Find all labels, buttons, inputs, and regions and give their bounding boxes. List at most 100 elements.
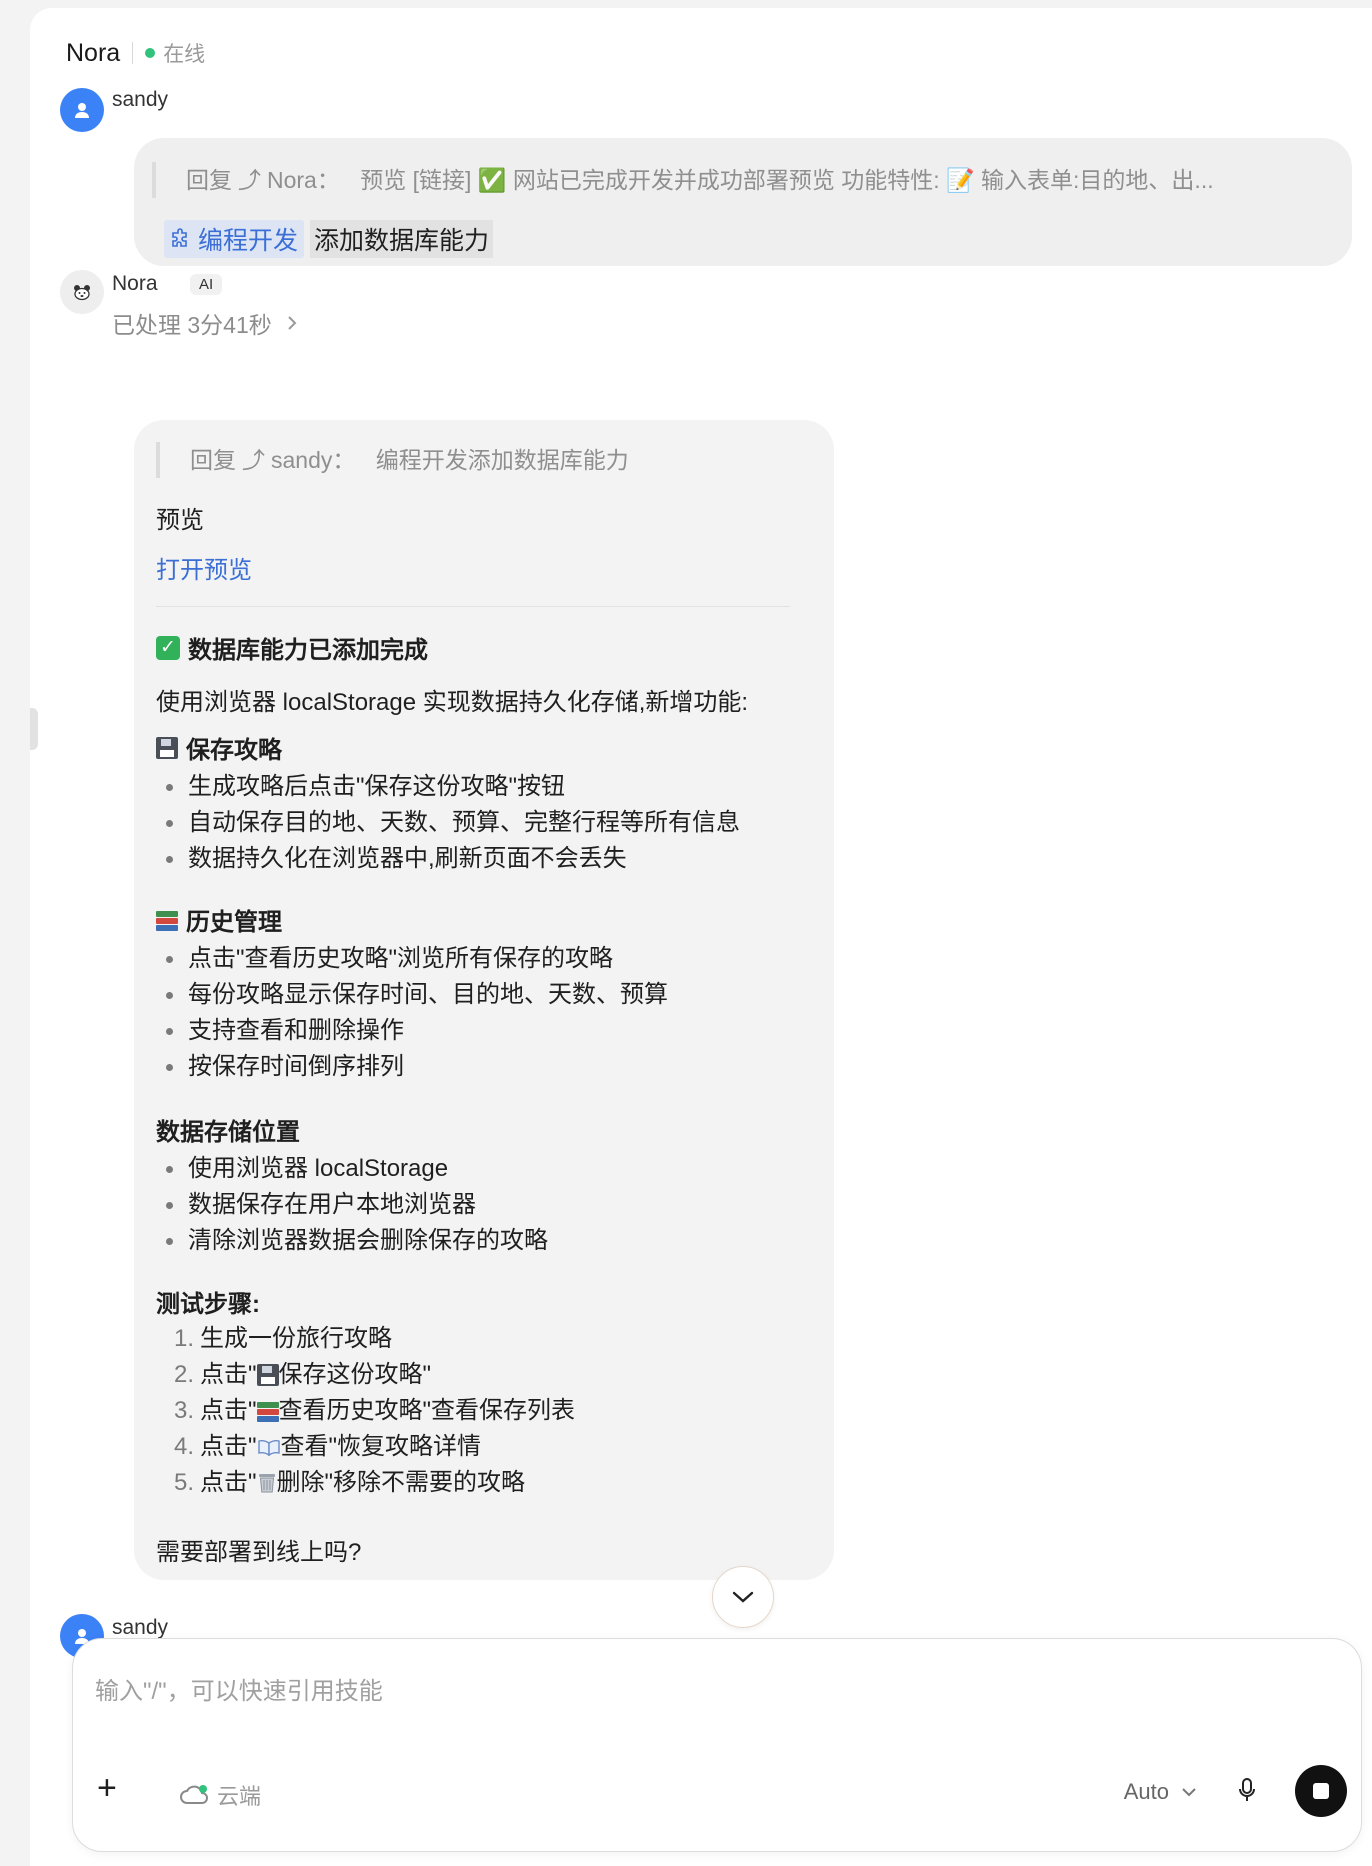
list-item: 数据保存在用户本地浏览器 (156, 1187, 796, 1223)
step-text: 生成一份旅行攻略 (200, 1325, 392, 1352)
list-item: 点击"查看历史攻略"浏览所有保存的攻略 (156, 941, 796, 977)
save-heading: 保存攻略 (156, 730, 796, 765)
reply-arrow-icon: ⤴ (238, 167, 261, 193)
history-heading: 历史管理 (156, 902, 796, 937)
test-heading: 测试步骤: (156, 1291, 260, 1318)
chat-header: Nora 在线 (66, 38, 205, 68)
step-number: 5. (173, 1469, 194, 1496)
reply-prefix: 回复 (186, 167, 232, 193)
list-item: 支持查看和删除操作 (156, 1013, 796, 1049)
step-text: 点击" (200, 1361, 257, 1388)
message-input[interactable]: 输入"/"，可以快速引用技能 (95, 1671, 383, 1706)
mode-label: Auto (1123, 1779, 1169, 1804)
skill-label: 编程开发 (198, 227, 299, 255)
test-step: 4. 点击" 查看"恢复攻略详情 (156, 1429, 796, 1465)
scroll-down-button[interactable] (712, 1566, 774, 1628)
step-text: 查看历史攻略"查看保存列表 (278, 1397, 576, 1424)
online-dot-icon (145, 48, 156, 58)
step-text: 点击" (200, 1469, 257, 1496)
bot-message-bubble: 回复 ⤴ sandy： 编程开发添加数据库能力 预览 打开预览 ✓ 数据库能力已添加… (134, 420, 834, 1580)
preview-title: 预览 (156, 507, 204, 534)
storage-heading: 数据存储位置 (156, 1119, 300, 1146)
bear-face-icon (74, 285, 90, 301)
skill-tag[interactable]: 编程开发 (164, 220, 305, 258)
step-text: 保存这份攻略" (278, 1361, 432, 1388)
add-attachment-button[interactable]: + (97, 1771, 117, 1805)
done-heading: ✓ 数据库能力已添加完成 (156, 630, 796, 665)
test-section: 测试步骤: 1. 生成一份旅行攻略 2. 点击" 保存这份攻略" 3. 点击" … (156, 1284, 796, 1501)
open-preview-link[interactable]: 打开预览 (156, 550, 252, 585)
list-item: 每份攻略显示保存时间、目的地、天数、预算 (156, 977, 796, 1013)
save-section: 保存攻略 生成攻略后点击"保存这份攻略"按钮 自动保存目的地、天数、预算、完整行… (156, 730, 796, 877)
list-item: 按保存时间倒序排列 (156, 1049, 796, 1085)
sender-name: sandy (112, 1616, 169, 1639)
step-text: 删除"移除不需要的攻略 (276, 1469, 526, 1496)
reply-text: 预览 [链接] ✅ 网站已完成开发并成功部署预览 功能特性: 📝 输入表单:目的… (360, 167, 1214, 193)
done-heading-text: 数据库能力已添加完成 (188, 637, 428, 664)
reply-prefix: 回复 (190, 447, 236, 473)
test-step: 3. 点击" 查看历史攻略"查看保存列表 (156, 1393, 796, 1429)
list-item: 清除浏览器数据会删除保存的攻略 (156, 1223, 796, 1259)
storage-section: 数据存储位置 使用浏览器 localStorage 数据保存在用户本地浏览器 清… (156, 1112, 796, 1259)
online-status: 在线 (163, 43, 206, 66)
message-content: 编程开发 添加数据库能力 (164, 220, 494, 258)
processing-toggle[interactable]: 已处理 3分41秒 (112, 306, 298, 340)
chevron-down-icon (732, 1591, 754, 1603)
done-section: ✓ 数据库能力已添加完成 (156, 630, 796, 665)
chat-title: Nora (66, 38, 121, 67)
user-message-bubble: 回复 ⤴ Nora： 预览 [链接] ✅ 网站已完成开发并成功部署预览 功能特性: … (134, 138, 1352, 266)
microphone-button[interactable] (1237, 1777, 1257, 1808)
reply-target: sandy： (271, 447, 356, 473)
step-text: 点击" (200, 1397, 257, 1424)
open-book-icon (257, 1439, 280, 1456)
closing-text: 需要部署到线上吗? (156, 1539, 362, 1566)
step-text: 查看"恢复攻略详情 (280, 1433, 482, 1460)
cloud-toggle[interactable]: 云端 (179, 1779, 261, 1811)
chat-panel: Nora 在线 sandy 回复 ⤴ Nora： 预览 [链接] ✅ 网站已完成开发… (30, 8, 1372, 1866)
microphone-icon (1239, 1778, 1255, 1801)
header-divider (132, 42, 134, 64)
floppy-disk-icon (156, 736, 178, 759)
history-section: 历史管理 点击"查看历史攻略"浏览所有保存的攻略 每份攻略显示保存时间、目的地、… (156, 902, 796, 1085)
divider (156, 606, 790, 607)
mode-select[interactable]: Auto (1124, 1779, 1197, 1805)
processing-time: 已处理 3分41秒 (112, 312, 272, 338)
books-icon (256, 1400, 279, 1422)
test-step: 5. 点击" 删除"移除不需要的攻略 (156, 1465, 796, 1501)
test-step: 1. 生成一份旅行攻略 (156, 1321, 796, 1357)
step-number: 2. (173, 1361, 194, 1388)
step-number: 4. (173, 1433, 194, 1460)
bot-name: Nora (112, 272, 158, 295)
list-item: 使用浏览器 localStorage (156, 1151, 796, 1187)
cloud-icon (180, 1785, 208, 1804)
list-item: 生成攻略后点击"保存这份攻略"按钮 (156, 769, 796, 805)
step-text: 点击" (200, 1433, 257, 1460)
stop-icon (1313, 1783, 1329, 1799)
test-step: 2. 点击" 保存这份攻略" (156, 1357, 796, 1393)
message-composer[interactable]: 输入"/"，可以快速引用技能 + 云端 Auto (72, 1638, 1362, 1852)
save-heading-text: 保存攻略 (186, 737, 282, 764)
list-item: 自动保存目的地、天数、预算、完整行程等所有信息 (156, 805, 796, 841)
reply-arrow-icon: ⤴ (242, 447, 265, 473)
list-item: 数据持久化在浏览器中,刷新页面不会丢失 (156, 841, 796, 877)
bot-avatar[interactable] (60, 270, 104, 314)
ai-badge: AI (190, 274, 223, 295)
cloud-label: 云端 (217, 1784, 262, 1809)
reply-quote[interactable]: 回复 ⤴ Nora： 预览 [链接] ✅ 网站已完成开发并成功部署预览 功能特性: … (152, 162, 1336, 198)
reply-target: Nora： (267, 167, 340, 193)
user-avatar[interactable] (60, 88, 104, 132)
chevron-down-icon (1182, 1788, 1196, 1797)
trash-icon (258, 1474, 275, 1493)
step-number: 3. (173, 1397, 194, 1424)
floppy-disk-icon (256, 1364, 279, 1386)
sidebar-collapse-handle[interactable] (30, 708, 38, 750)
step-number: 1. (173, 1325, 194, 1352)
reply-quote[interactable]: 回复 ⤴ sandy： 编程开发添加数据库能力 (156, 442, 810, 478)
sender-name: sandy (112, 88, 169, 111)
books-icon (156, 909, 178, 931)
history-heading-text: 历史管理 (186, 909, 282, 936)
puzzle-icon (172, 228, 187, 247)
chevron-right-icon (288, 316, 297, 330)
reply-text: 编程开发添加数据库能力 (375, 447, 629, 473)
stop-button[interactable] (1295, 1765, 1347, 1817)
